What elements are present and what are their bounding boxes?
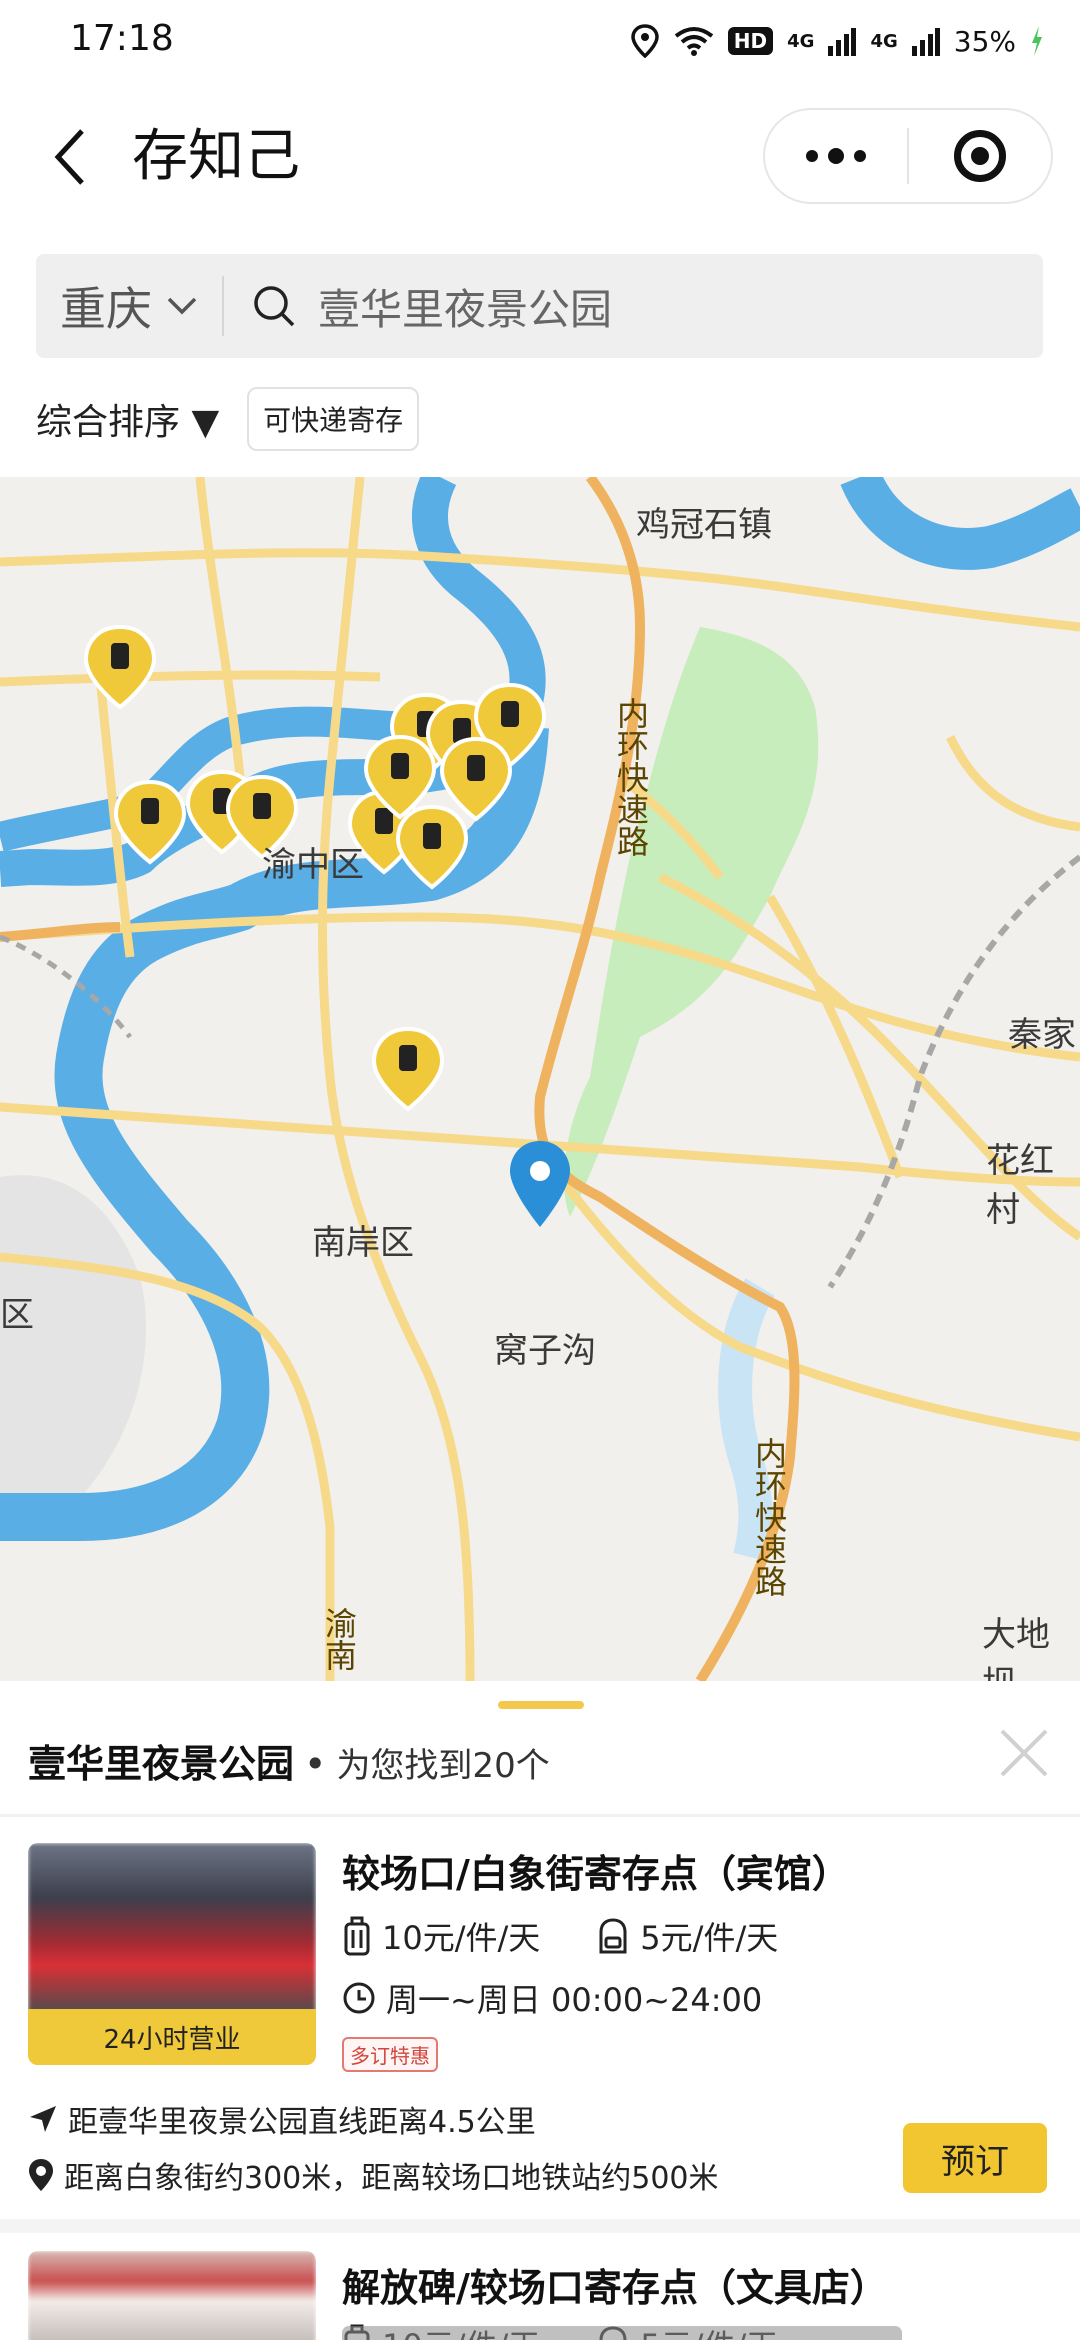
storage-pin bbox=[83, 624, 157, 710]
card-separator bbox=[0, 2219, 1080, 2233]
close-mini-program-button[interactable] bbox=[909, 110, 1051, 202]
distance-text: 距壹华里夜景公园直线距离4.5公里 bbox=[68, 2105, 536, 2140]
road-label: 内环快速路 bbox=[612, 697, 650, 857]
separator-dot: • bbox=[304, 1742, 327, 1786]
search-bar: 重庆 壹华里夜景公园 bbox=[36, 254, 1043, 358]
results-panel: 壹华里夜景公园 • 为您找到20个 24小时营业 较场口/白象街寄存点（宾馆） … bbox=[0, 1681, 1080, 2340]
map-view[interactable]: 鸡冠石镇 渝中区 南岸区 窝子沟 秦家 花红村 大地坝 区 渝南 内环快速路 内… bbox=[0, 477, 1080, 1681]
chevron-left-icon bbox=[54, 129, 84, 185]
city-selector[interactable]: 重庆 bbox=[36, 254, 222, 358]
close-button[interactable] bbox=[996, 1725, 1052, 1781]
promo-tag: 多订特惠 bbox=[342, 2037, 438, 2072]
storage-photo bbox=[28, 2251, 316, 2340]
close-icon bbox=[1000, 1729, 1048, 1777]
results-count: 为您找到20个 bbox=[336, 1746, 550, 1786]
map-label: 花红村 bbox=[986, 1141, 1054, 1230]
home-indicator bbox=[342, 2326, 902, 2340]
hours-row: 周一~周日 00:00~24:00 bbox=[342, 1975, 762, 2021]
luggage-price: 10元/件/天 bbox=[342, 1913, 540, 1959]
target-icon bbox=[953, 130, 1006, 182]
map-label: 区 bbox=[0, 1295, 34, 1335]
page-title: 存知己 bbox=[132, 124, 300, 189]
filter-row: 综合排序 ▼ 可快递寄存 bbox=[36, 386, 420, 452]
road-label: 内环快速路 bbox=[750, 1437, 788, 1597]
more-dot bbox=[828, 148, 844, 164]
city-label: 重庆 bbox=[60, 282, 152, 336]
clock-icon bbox=[343, 1982, 375, 2014]
more-button[interactable] bbox=[765, 110, 907, 202]
map-label: 南岸区 bbox=[312, 1223, 414, 1263]
map-label: 鸡冠石镇 bbox=[636, 505, 772, 545]
drag-handle[interactable] bbox=[498, 1701, 584, 1709]
more-dot bbox=[854, 150, 866, 162]
map-label: 渝中区 bbox=[262, 845, 364, 885]
network-4g-label-2: 4G bbox=[870, 30, 898, 52]
status-icons: HD 4G 4G 35% bbox=[630, 18, 1044, 64]
signal-icon bbox=[828, 28, 857, 56]
mini-program-capsule bbox=[763, 108, 1053, 204]
status-time: 17:18 bbox=[70, 18, 174, 59]
status-bar: 17:18 HD 4G 4G 35% bbox=[0, 0, 1080, 82]
bag-price-text: 5元/件/天 bbox=[640, 1919, 779, 1957]
book-button[interactable]: 预订 bbox=[903, 2123, 1047, 2193]
panel-divider bbox=[0, 1814, 1080, 1817]
landmark-row: 距离白象街约300米，距离较场口地铁站约500米 bbox=[28, 2153, 719, 2197]
back-button[interactable] bbox=[40, 122, 100, 192]
current-location-marker bbox=[510, 1141, 570, 1227]
open-hours-badge: 24小时营业 bbox=[28, 2009, 316, 2065]
map-label: 窝子沟 bbox=[494, 1331, 596, 1371]
target-place-name: 壹华里夜景公园 bbox=[28, 1742, 295, 1786]
wifi-icon bbox=[674, 27, 714, 56]
price-row: 10元/件/天 5元/件/天 bbox=[342, 1913, 834, 1959]
landmark-text: 距离白象街约300米，距离较场口地铁站约500米 bbox=[64, 2161, 719, 2196]
express-storage-filter-chip[interactable]: 可快递寄存 bbox=[247, 387, 420, 451]
storage-title: 解放碑/较场口寄存点（文具店） bbox=[342, 2266, 888, 2310]
signal-icon-2 bbox=[911, 28, 940, 56]
charging-icon bbox=[1032, 26, 1042, 56]
map-label: 大地坝 bbox=[982, 1615, 1050, 1681]
map-canvas bbox=[0, 477, 1080, 1681]
distance-row: 距壹华里夜景公园直线距离4.5公里 bbox=[28, 2097, 536, 2141]
location-icon bbox=[631, 24, 659, 58]
location-pin-icon bbox=[29, 2159, 53, 2191]
search-icon bbox=[254, 286, 295, 327]
navigation-arrow-icon bbox=[30, 2106, 56, 2132]
network-4g-label: 4G bbox=[787, 30, 815, 52]
chevron-down-icon bbox=[167, 297, 197, 315]
map-label: 秦家 bbox=[1008, 1015, 1076, 1055]
road-label: 渝南 bbox=[320, 1607, 358, 1671]
app-header: 存知己 bbox=[0, 100, 1080, 215]
storage-photo: 24小时营业 bbox=[28, 1843, 316, 2065]
storage-pin bbox=[371, 1026, 445, 1112]
luggage-price-text: 10元/件/天 bbox=[382, 1919, 541, 1957]
luggage-icon bbox=[344, 1916, 370, 1956]
hours-text: 周一~周日 00:00~24:00 bbox=[386, 1981, 763, 2019]
results-header: 壹华里夜景公园 • 为您找到20个 bbox=[28, 1733, 550, 1788]
backpack-icon bbox=[599, 1918, 627, 1954]
search-input[interactable]: 壹华里夜景公园 bbox=[224, 254, 1043, 358]
storage-title: 较场口/白象街寄存点（宾馆） bbox=[342, 1852, 850, 1896]
sort-dropdown[interactable]: 综合排序 ▼ bbox=[36, 393, 219, 445]
bag-price: 5元/件/天 bbox=[596, 1913, 778, 1959]
more-dot bbox=[806, 150, 818, 162]
search-query: 壹华里夜景公园 bbox=[318, 284, 613, 334]
hd-badge: HD bbox=[727, 27, 774, 55]
battery-percent: 35% bbox=[953, 24, 1016, 58]
